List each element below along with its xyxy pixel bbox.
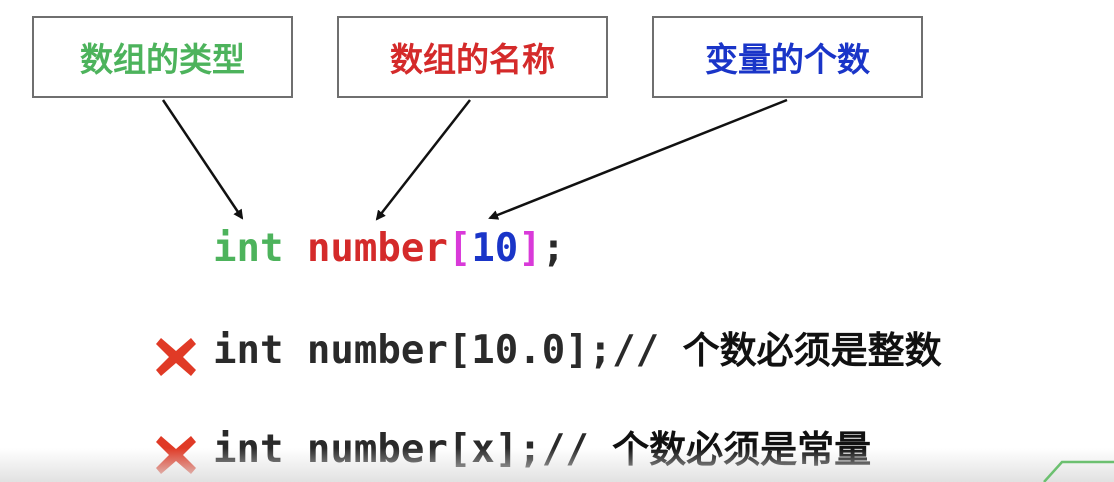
invalid-example-float-size: int number[10.0];// 个数必须是整数 [213, 331, 942, 370]
arrow-type-to-int [161, 99, 244, 220]
code-declaration: int number[10]; [213, 229, 565, 268]
arrow-name-to-number [375, 99, 471, 221]
bottom-shadow [0, 448, 1114, 482]
invalid-code-text: int number[10.0];// [213, 328, 660, 373]
code-semicolon: ; [541, 226, 566, 271]
code-keyword-int: int [213, 226, 284, 271]
code-identifier-number: number [306, 226, 448, 271]
code-size-literal: 10 [471, 226, 519, 271]
invalid-note-text: 个数必须是整数 [682, 329, 942, 372]
cross-mark-icon [156, 338, 196, 376]
code-bracket-open: [ [447, 226, 472, 271]
code-bracket-close: ] [518, 226, 542, 271]
corner-shape-icon [1043, 460, 1114, 482]
arrow-count-to-size [488, 98, 788, 220]
